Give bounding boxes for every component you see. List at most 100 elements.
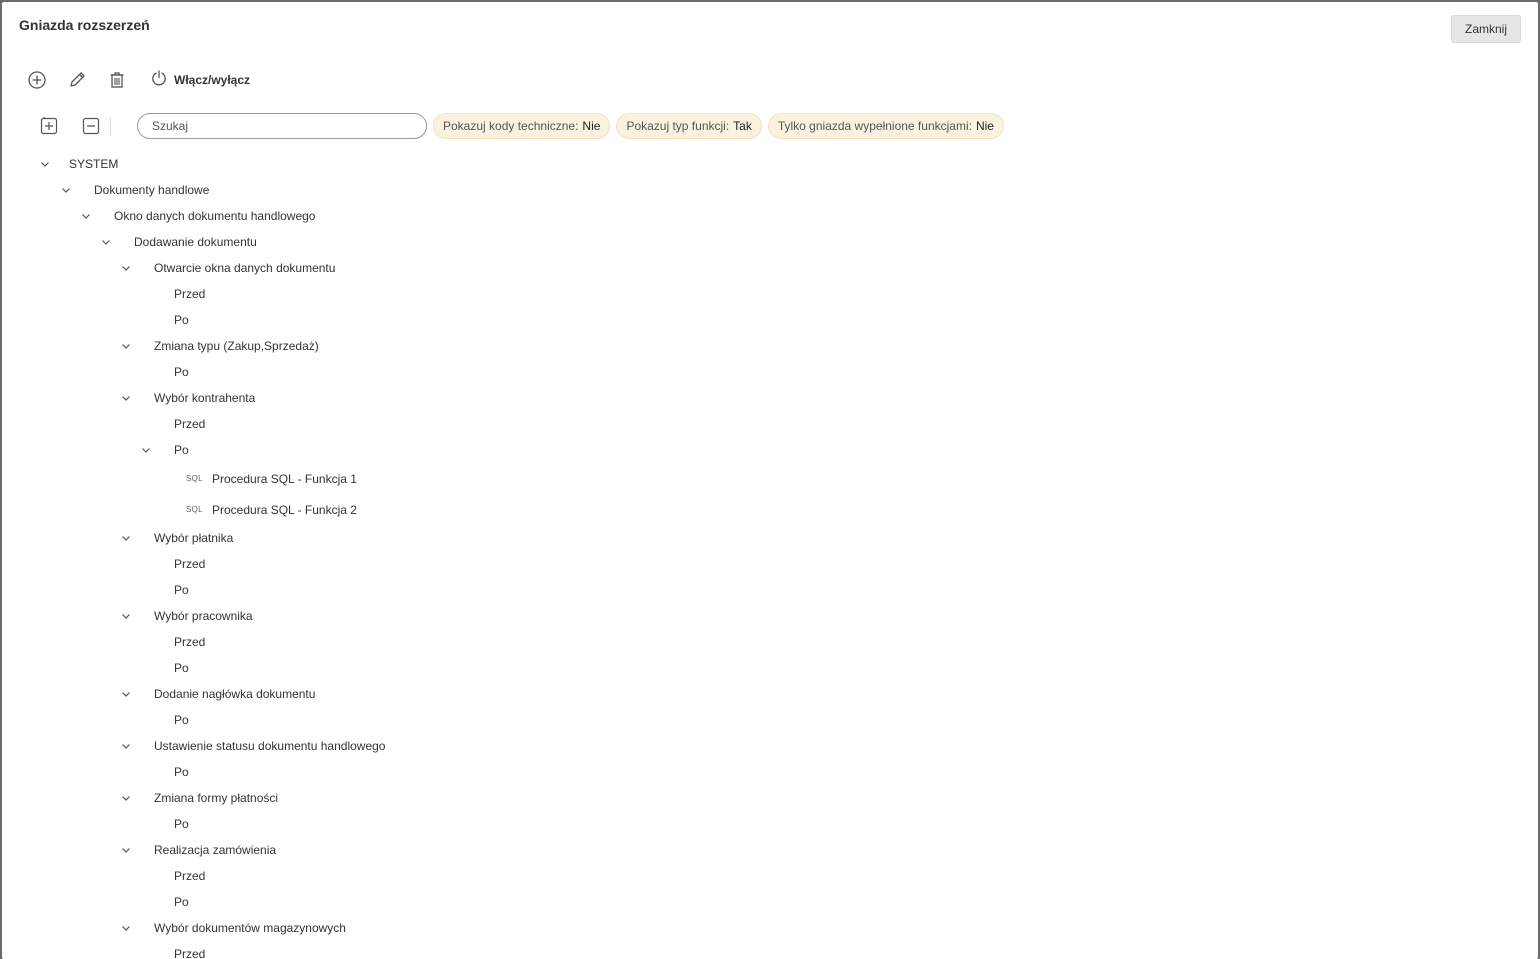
tree-node-label: Po <box>174 313 189 327</box>
chip-label: Tylko gniazda wypełnione funkcjami: <box>777 119 972 133</box>
chip-technical-codes[interactable]: Pokazuj kody techniczne: Nie <box>433 113 611 139</box>
tree-node-label: Realizacja zamówienia <box>154 843 277 857</box>
tree-node[interactable]: Wybór kontrahenta <box>2 385 1538 411</box>
tree-node-label: Ustawienie statusu dokumentu handlowego <box>154 739 386 753</box>
tree-node[interactable]: Przed <box>2 863 1538 889</box>
toggle-button[interactable]: Włącz/wyłącz <box>150 69 250 92</box>
tree-node[interactable]: Po <box>2 655 1538 681</box>
chevron-down-icon[interactable] <box>120 740 132 752</box>
tree-node[interactable]: Otwarcie okna danych dokumentu <box>2 255 1538 281</box>
tree-node-label: Przed <box>174 417 206 431</box>
function-item[interactable]: SQL Procedura SQL - Funkcja 1 <box>2 463 1538 494</box>
chevron-down-icon[interactable] <box>120 262 132 274</box>
toggle-label: Włącz/wyłącz <box>174 73 251 87</box>
tree-node[interactable]: Po <box>2 437 1538 463</box>
tree-node-label: Przed <box>174 869 206 883</box>
pencil-icon[interactable] <box>66 69 88 91</box>
tree-node[interactable]: Przed <box>2 411 1538 437</box>
close-button[interactable]: Zamknij <box>1451 15 1521 43</box>
tree-node-label: Przed <box>174 287 206 301</box>
tree-node-label: Przed <box>174 635 206 649</box>
tree-node[interactable]: Po <box>2 707 1538 733</box>
chevron-down-icon[interactable] <box>120 792 132 804</box>
function-type-badge: SQL <box>186 505 203 514</box>
tree-node-label: Procedura SQL - Funkcja 1 <box>212 471 357 486</box>
chevron-down-icon[interactable] <box>120 392 132 404</box>
tree-node-label: Po <box>174 443 189 457</box>
chevron-down-icon[interactable] <box>100 236 112 248</box>
chip-value: Nie <box>582 119 601 133</box>
tree-node[interactable]: Po <box>2 307 1538 333</box>
chevron-down-icon[interactable] <box>120 610 132 622</box>
tree-node[interactable]: Wybór pracownika <box>2 603 1538 629</box>
tree-node-label: Wybór pracownika <box>154 609 253 623</box>
tree-node[interactable]: Przed <box>2 551 1538 577</box>
tree-node-label: Po <box>174 661 189 675</box>
collapse-all-icon[interactable] <box>80 115 102 137</box>
tree-node-label: Po <box>174 583 189 597</box>
trash-icon[interactable] <box>106 69 128 91</box>
chip-value: Tak <box>733 119 752 133</box>
chevron-down-icon[interactable] <box>140 444 152 456</box>
power-icon <box>150 69 168 92</box>
tree-node[interactable]: Zmiana typu (Zakup,Sprzedaż) <box>2 333 1538 359</box>
tree-node-label: Dodanie nagłówka dokumentu <box>154 687 316 701</box>
tree-node-label: Przed <box>174 557 206 571</box>
extension-tree: SYSTEM Dokumenty handlowe Okno danych doku… <box>2 151 1538 959</box>
function-item[interactable]: SQL Procedura SQL - Funkcja 2 <box>2 494 1538 525</box>
chevron-down-icon[interactable] <box>80 210 92 222</box>
chip-value: Nie <box>975 119 994 133</box>
tree-node[interactable]: SYSTEM <box>2 151 1538 177</box>
tree-node-label: Dodawanie dokumentu <box>134 235 257 249</box>
tree-node[interactable]: Po <box>2 577 1538 603</box>
tree-node-label: Po <box>174 895 189 909</box>
tree-node[interactable]: Po <box>2 811 1538 837</box>
dialog-title: Gniazda rozszerzeń <box>19 17 150 33</box>
tree-node[interactable]: Dokumenty handlowe <box>2 177 1538 203</box>
tree-node-label: Po <box>174 817 189 831</box>
chip-filled-slots-only[interactable]: Tylko gniazda wypełnione funkcjami: Nie <box>767 113 1004 139</box>
tree-node-label: Wybór dokumentów magazynowych <box>154 921 346 935</box>
chevron-down-icon[interactable] <box>120 688 132 700</box>
tree-node[interactable]: Realizacja zamówienia <box>2 837 1538 863</box>
tree-node-label: Wybór płatnika <box>154 531 234 545</box>
tree-node[interactable]: Przed <box>2 941 1538 959</box>
chevron-down-icon[interactable] <box>39 158 51 170</box>
tree-node-label: Zmiana formy płatności <box>154 791 279 805</box>
chip-label: Pokazuj typ funkcji: <box>626 119 730 133</box>
extension-slots-dialog: Gniazda rozszerzeń Zamknij Włącz/wyłącz … <box>2 2 1538 959</box>
tree-node[interactable]: Przed <box>2 281 1538 307</box>
filter-bar: Pokazuj kody techniczne:Nie Pokazuj typ … <box>38 113 1004 139</box>
chevron-down-icon[interactable] <box>120 340 132 352</box>
chevron-down-icon[interactable] <box>60 184 72 196</box>
tree-node-label: Po <box>174 365 189 379</box>
tree-node-label: Po <box>174 765 189 779</box>
chevron-down-icon[interactable] <box>120 922 132 934</box>
tree-node-label: Zmiana typu (Zakup,Sprzedaż) <box>154 339 319 353</box>
tree-node-label: Przed <box>174 947 206 959</box>
tree-node[interactable]: Przed <box>2 629 1538 655</box>
expand-all-icon[interactable] <box>38 115 60 137</box>
tree-node[interactable]: Po <box>2 759 1538 785</box>
chip-label: Pokazuj kody techniczne: <box>443 119 579 133</box>
tree-node[interactable]: Po <box>2 889 1538 915</box>
tree-node-label: Procedura SQL - Funkcja 2 <box>212 502 357 517</box>
tree-node[interactable]: Dodanie nagłówka dokumentu <box>2 681 1538 707</box>
toolbar: Włącz/wyłącz <box>26 69 250 91</box>
tree-node-label: Po <box>174 713 189 727</box>
chevron-down-icon[interactable] <box>120 844 132 856</box>
tree-node[interactable]: Dodawanie dokumentu <box>2 229 1538 255</box>
chip-function-type[interactable]: Pokazuj typ funkcji: Tak <box>616 113 762 139</box>
tree-node[interactable]: Wybór dokumentów magazynowych <box>2 915 1538 941</box>
tree-node[interactable]: Po <box>2 359 1538 385</box>
tree-node[interactable]: Okno danych dokumentu handlowego <box>2 203 1538 229</box>
tree-node[interactable]: Zmiana formy płatności <box>2 785 1538 811</box>
add-circle-icon[interactable] <box>26 69 48 91</box>
chevron-down-icon[interactable] <box>120 532 132 544</box>
tree-node-label: Wybór kontrahenta <box>154 391 256 405</box>
divider <box>110 117 111 135</box>
tree-node-label: Otwarcie okna danych dokumentu <box>154 261 336 275</box>
tree-node[interactable]: Ustawienie statusu dokumentu handlowego <box>2 733 1538 759</box>
tree-node[interactable]: Wybór płatnika <box>2 525 1538 551</box>
search-input[interactable] <box>137 113 427 139</box>
